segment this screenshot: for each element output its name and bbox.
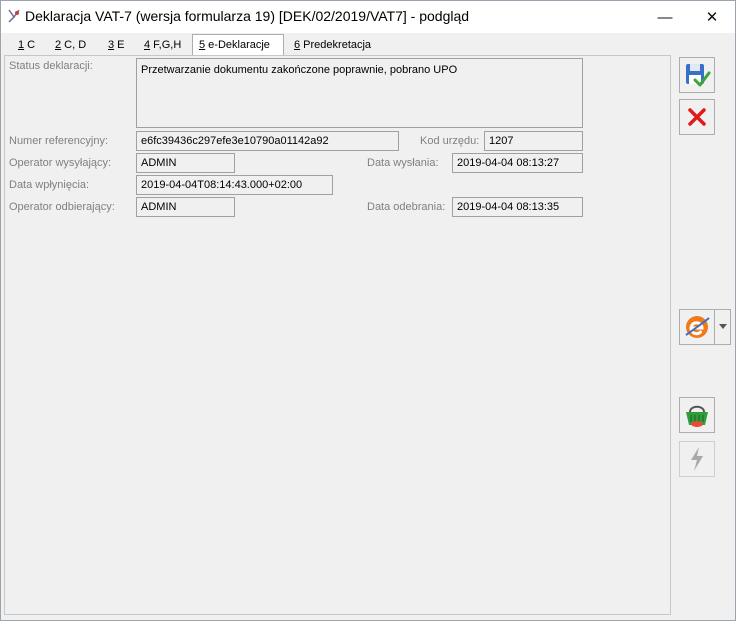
tab-label: e-Deklaracje	[205, 39, 270, 51]
collected-date-label: Data odebrania:	[367, 201, 446, 213]
close-button[interactable]: ✕	[689, 1, 735, 33]
office-code-field[interactable]: 1207	[484, 131, 583, 151]
window-title: Deklaracja VAT-7 (wersja formularza 19) …	[25, 8, 470, 24]
tab-label: Predekretacja	[300, 39, 372, 51]
office-code-label: Kod urzędu:	[420, 135, 480, 147]
reference-number-label: Numer referencyjny:	[9, 135, 109, 147]
tab-6-predekretacja[interactable]: 6 Predekretacja	[288, 37, 377, 56]
received-date-field[interactable]: 2019-04-04T08:14:43.000+02:00	[136, 175, 333, 195]
sent-date-field[interactable]: 2019-04-04 08:13:27	[452, 153, 583, 173]
received-date-label: Data wpłynięcia:	[9, 179, 90, 191]
basket-button[interactable]	[679, 397, 715, 433]
tab-3-e[interactable]: 3 E	[102, 37, 131, 56]
sender-operator-label: Operator wysyłający:	[9, 157, 112, 169]
recipient-operator-field[interactable]: ADMIN	[136, 197, 235, 217]
tab-5-e-deklaracje[interactable]: 5 e-Deklaracje	[192, 34, 284, 56]
e-declaration-icon	[685, 316, 710, 338]
status-label: Status deklaracji:	[9, 60, 93, 72]
tab-label: E	[114, 39, 125, 51]
lightning-icon	[691, 447, 703, 471]
tab-label: C, D	[61, 39, 87, 51]
chevron-down-icon	[718, 324, 727, 329]
tab-label: F,G,H	[150, 39, 182, 51]
sender-operator-field[interactable]: ADMIN	[136, 153, 235, 173]
collected-date-field[interactable]: 2019-04-04 08:13:35	[452, 197, 583, 217]
reference-number-field[interactable]: e6fc39436c297efe3e10790a01142a92	[136, 131, 399, 151]
e-deklaracje-panel: Status deklaracji: Przetwarzanie dokumen…	[4, 55, 671, 615]
cancel-button[interactable]	[679, 99, 715, 135]
lightning-button[interactable]	[679, 441, 715, 477]
save-button[interactable]	[679, 57, 715, 93]
minimize-button[interactable]: —	[642, 1, 688, 33]
tab-label: C	[24, 39, 36, 51]
title-bar: Deklaracja VAT-7 (wersja formularza 19) …	[1, 1, 735, 33]
cancel-x-icon	[688, 108, 706, 126]
e-declaration-button[interactable]	[679, 309, 715, 345]
tab-4-fgh[interactable]: 4 F,G,H	[138, 37, 187, 56]
app-icon	[8, 9, 20, 23]
recipient-operator-label: Operator odbierający:	[9, 201, 115, 213]
dialog-window: Deklaracja VAT-7 (wersja formularza 19) …	[0, 0, 736, 621]
save-confirm-icon	[686, 64, 711, 87]
status-field[interactable]: Przetwarzanie dokumentu zakończone popra…	[136, 58, 583, 128]
tab-1-c[interactable]: 1 C	[12, 37, 41, 56]
sent-date-label: Data wysłania:	[367, 157, 439, 169]
basket-icon	[686, 405, 708, 427]
tab-2-cd[interactable]: 2 C, D	[49, 37, 92, 56]
e-declaration-dropdown[interactable]	[715, 309, 731, 345]
